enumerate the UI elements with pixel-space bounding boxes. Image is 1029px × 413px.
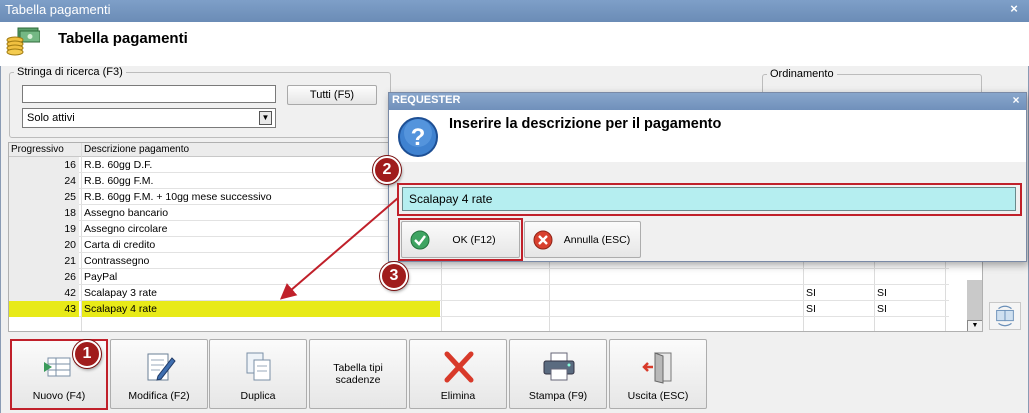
cancel-button-label: Annulla (ESC) bbox=[563, 234, 631, 246]
scrollbar-track[interactable] bbox=[967, 280, 982, 320]
dialog-close-icon[interactable]: × bbox=[1009, 93, 1023, 109]
dialog-title: REQUESTER bbox=[389, 93, 1026, 110]
print-button-label: Stampa (F9) bbox=[528, 390, 588, 402]
cancel-x-icon bbox=[533, 230, 553, 250]
cell-progressivo: 42 bbox=[9, 285, 79, 301]
exit-button-label: Uscita (ESC) bbox=[627, 390, 689, 402]
cell-descrizione: Assegno bancario bbox=[84, 207, 169, 219]
duplicate-button[interactable]: Duplica bbox=[209, 339, 307, 409]
cell-progressivo: 16 bbox=[9, 157, 79, 173]
cell-progressivo: 18 bbox=[9, 205, 79, 221]
delete-x-icon bbox=[444, 351, 474, 383]
ok-button[interactable]: OK (F12) bbox=[401, 221, 520, 258]
column-header-progressivo[interactable]: Progressivo bbox=[9, 143, 79, 157]
svg-text:?: ? bbox=[411, 124, 426, 151]
step-badge-2: 2 bbox=[373, 156, 401, 184]
cell-progressivo: 24 bbox=[9, 173, 79, 189]
due-types-label-line1: Tabella tipi bbox=[333, 362, 383, 374]
check-icon bbox=[410, 230, 430, 250]
filter-select-value: Solo attivi bbox=[27, 112, 75, 124]
show-all-button[interactable]: Tutti (F5) bbox=[287, 85, 377, 105]
edit-pencil-icon bbox=[147, 353, 176, 381]
cell-flag-a: SI bbox=[806, 287, 816, 299]
window-close-icon[interactable]: × bbox=[1007, 2, 1021, 16]
duplicate-copy-icon bbox=[246, 352, 271, 381]
cell-progressivo: 21 bbox=[9, 253, 79, 269]
table-row-empty[interactable] bbox=[9, 317, 949, 331]
search-input[interactable] bbox=[22, 85, 276, 103]
step-badge-3: 3 bbox=[380, 262, 408, 290]
table-row[interactable]: 26 PayPal bbox=[9, 269, 949, 285]
window-title: Tabella pagamenti bbox=[5, 2, 111, 17]
printer-icon bbox=[543, 352, 575, 381]
cell-progressivo: 20 bbox=[9, 237, 79, 253]
search-group-legend: Stringa di ricerca (F3) bbox=[17, 66, 123, 78]
cell-progressivo: 43 bbox=[9, 301, 79, 317]
print-button[interactable]: Stampa (F9) bbox=[509, 339, 607, 409]
delete-button-label: Elimina bbox=[440, 390, 476, 402]
question-icon: ? bbox=[398, 117, 438, 157]
scroll-down-icon[interactable]: ▼ bbox=[967, 320, 982, 331]
refresh-columns-icon[interactable] bbox=[989, 302, 1021, 330]
cell-descrizione: R.B. 60gg F.M. + 10gg mese successivo bbox=[84, 191, 272, 203]
cell-flag-b bbox=[875, 269, 945, 285]
order-group-legend: Ordinamento bbox=[770, 68, 834, 80]
dialog-prompt: Inserire la descrizione per il pagamento bbox=[449, 116, 722, 132]
cell-progressivo: 19 bbox=[9, 221, 79, 237]
cell-flag-b: SI bbox=[877, 287, 887, 299]
cell-descrizione: Scalapay 4 rate bbox=[82, 301, 440, 317]
description-input[interactable]: Scalapay 4 rate bbox=[402, 187, 1016, 211]
window-title-bar: Tabella pagamenti bbox=[0, 0, 1029, 22]
cell-progressivo: 25 bbox=[9, 189, 79, 205]
cell-descrizione: Assegno circolare bbox=[84, 223, 168, 235]
due-types-table-label: Tabella tipi scadenze bbox=[310, 362, 406, 386]
chevron-down-icon[interactable]: ▼ bbox=[259, 111, 272, 125]
due-types-label-line2: scadenze bbox=[335, 374, 381, 386]
cell-descrizione: Carta di credito bbox=[84, 239, 156, 251]
page-title: Tabella pagamenti bbox=[58, 30, 188, 47]
step-badge-1: 1 bbox=[73, 340, 101, 368]
ok-button-label: OK (F12) bbox=[452, 234, 496, 246]
table-row[interactable]: 43 Scalapay 4 rate SI SI bbox=[9, 301, 949, 317]
coins-money-icon bbox=[6, 27, 40, 56]
cell-flag-a: SI bbox=[806, 303, 816, 315]
cell-flag-a bbox=[804, 269, 874, 285]
new-button-label: Nuovo (F4) bbox=[32, 390, 86, 402]
cell-flag-b: SI bbox=[877, 303, 887, 315]
edit-button[interactable]: Modifica (F2) bbox=[110, 339, 208, 409]
cell-progressivo: 26 bbox=[9, 269, 79, 285]
table-row[interactable]: 42 Scalapay 3 rate SI SI bbox=[9, 285, 949, 301]
filter-select[interactable]: Solo attivi ▼ bbox=[22, 108, 276, 128]
due-types-table-button[interactable]: Tabella tipi scadenze bbox=[309, 339, 407, 409]
exit-button[interactable]: Uscita (ESC) bbox=[609, 339, 707, 409]
vertical-scrollbar[interactable]: ▼ bbox=[967, 280, 982, 331]
delete-button[interactable]: Elimina bbox=[409, 339, 507, 409]
cancel-button[interactable]: Annulla (ESC) bbox=[524, 221, 641, 258]
exit-door-icon bbox=[642, 352, 672, 384]
edit-button-label: Modifica (F2) bbox=[128, 390, 190, 402]
duplicate-button-label: Duplica bbox=[240, 390, 276, 402]
